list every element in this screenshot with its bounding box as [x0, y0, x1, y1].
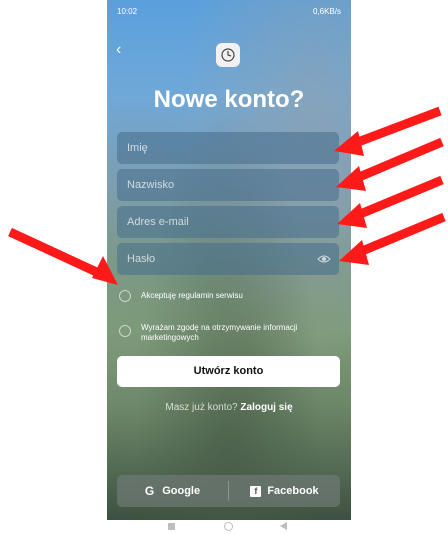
last-name-field[interactable]: Nazwisko	[117, 169, 339, 201]
password-placeholder: Hasło	[127, 253, 156, 265]
eye-icon[interactable]	[317, 252, 331, 266]
login-prompt-text: Masz już konto?	[165, 402, 238, 413]
login-link[interactable]: Zaloguj się	[240, 402, 292, 413]
social-login-bar: G Google f Facebook	[117, 475, 340, 507]
google-label: Google	[162, 485, 201, 497]
password-field[interactable]: Hasło	[117, 243, 339, 275]
terms-checkbox[interactable]	[119, 290, 131, 302]
marketing-consent-label: Wyrażam zgodę na otrzymywanie informacji…	[141, 323, 298, 342]
arrow-to-last-name	[350, 137, 444, 185]
arrow-to-email	[351, 175, 444, 222]
android-nav-bar	[0, 520, 448, 534]
arrow-to-terms	[8, 227, 105, 280]
arrow-to-password	[353, 212, 446, 259]
facebook-button[interactable]: f Facebook	[229, 475, 340, 507]
create-account-button[interactable]: Utwórz konto	[117, 356, 340, 387]
marketing-checkbox[interactable]	[119, 325, 131, 337]
status-time: 10:02	[117, 7, 138, 16]
page-title: Nowe konto?	[153, 86, 305, 113]
app-logo-icon	[216, 43, 240, 67]
first-name-field[interactable]: Imię	[117, 132, 339, 164]
login-prompt: Masz już konto? Zaloguj się	[107, 402, 351, 413]
facebook-label: Facebook	[267, 485, 319, 497]
recents-icon[interactable]	[168, 523, 175, 530]
back-chevron-icon[interactable]: ‹	[116, 42, 126, 58]
phone-screen: 10:02 0,6KB/s ‹ Nowe konto? Imię Nazwisk…	[107, 0, 351, 520]
google-button[interactable]: G Google	[117, 475, 228, 507]
home-icon[interactable]	[224, 522, 233, 531]
status-bar: 10:02 0,6KB/s	[117, 5, 341, 19]
terms-consent-label: Akceptuję regulamin serwisu	[141, 291, 243, 300]
back-nav-icon[interactable]	[280, 522, 287, 530]
email-field[interactable]: Adres e-mail	[117, 206, 339, 238]
status-network-speed: 0,6KB/s	[312, 7, 341, 16]
facebook-icon: f	[250, 485, 262, 497]
arrow-to-first-name	[348, 106, 442, 150]
google-icon: G	[144, 484, 155, 498]
